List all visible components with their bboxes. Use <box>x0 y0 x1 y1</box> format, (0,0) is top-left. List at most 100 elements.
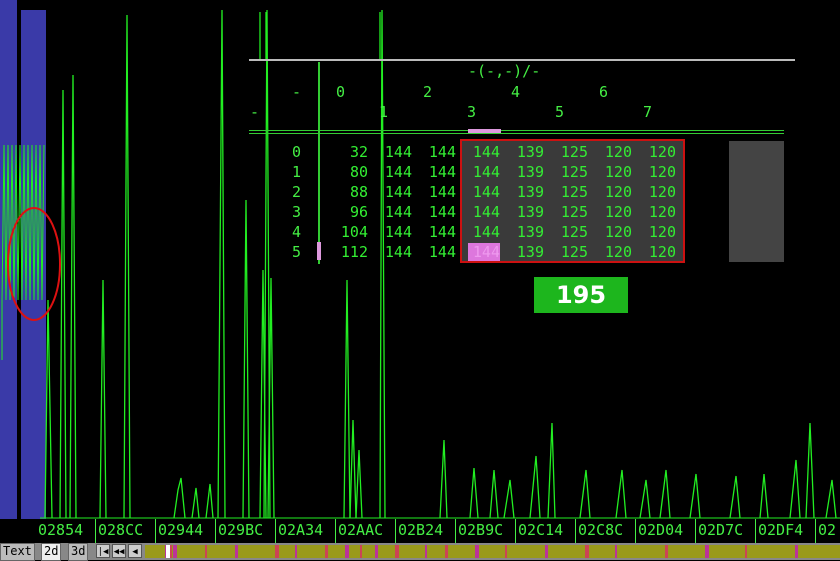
table-cell[interactable]: 139 <box>508 223 544 241</box>
wave-spike <box>44 299 53 519</box>
table-cell[interactable]: 120 <box>640 183 676 201</box>
table-cell[interactable]: 96 <box>332 203 368 221</box>
wave-spike <box>825 479 837 519</box>
table-cell[interactable]: 144 <box>420 183 456 201</box>
table-cell[interactable]: 125 <box>552 183 588 201</box>
address-tick <box>215 519 216 543</box>
table-cell[interactable]: 120 <box>596 203 632 221</box>
back-button[interactable]: ◀ <box>128 544 142 558</box>
table-cell[interactable]: 120 <box>640 223 676 241</box>
table-cell[interactable]: 144 <box>464 203 500 221</box>
table-cell[interactable]: 120 <box>596 223 632 241</box>
address-label: 02944 <box>158 521 204 539</box>
table-cell[interactable]: 120 <box>640 163 676 181</box>
table-cell[interactable]: 144 <box>420 223 456 241</box>
table-cell[interactable]: 104 <box>332 223 368 241</box>
table-cell[interactable]: 144 <box>420 203 456 221</box>
wave-spike <box>123 14 131 519</box>
tab-2d[interactable]: 2d <box>41 543 62 561</box>
wave-spike <box>379 9 386 519</box>
minimap-stripe <box>505 545 507 558</box>
table-cell[interactable]: 125 <box>552 223 588 241</box>
table-cell[interactable]: 139 <box>508 183 544 201</box>
column-header: 4 <box>511 83 521 101</box>
table-cell[interactable]: 125 <box>552 243 588 261</box>
corner-dash-left: - <box>250 103 260 121</box>
column-marker <box>468 129 501 133</box>
address-label: 029BC <box>218 521 264 539</box>
address-tick <box>95 519 96 543</box>
table-cell[interactable]: 139 <box>508 143 544 161</box>
wave-spike <box>759 473 769 519</box>
wave-spike <box>205 483 214 519</box>
wave-spike <box>355 449 363 519</box>
table-cell[interactable]: 144 <box>464 223 500 241</box>
minimap-stripe <box>665 545 668 558</box>
wave-spike <box>469 467 479 519</box>
table-cell[interactable]: 120 <box>596 143 632 161</box>
address-tick <box>695 519 696 543</box>
first-page-button[interactable]: |◀ <box>96 544 110 558</box>
table-cell[interactable]: 144 <box>376 223 412 241</box>
wave-spike <box>489 469 499 519</box>
header-separator-2 <box>249 133 784 134</box>
table-cell[interactable]: 144 <box>420 143 456 161</box>
table-cell[interactable]: 144 <box>376 183 412 201</box>
tab-3d[interactable]: 3d <box>68 543 89 561</box>
table-cell[interactable]: 144 <box>420 163 456 181</box>
tab-text[interactable]: Text <box>0 543 35 561</box>
wave-spike <box>789 459 801 519</box>
table-cell[interactable]: 139 <box>508 203 544 221</box>
table-cell[interactable]: 112 <box>332 243 368 261</box>
table-cell[interactable]: 125 <box>552 203 588 221</box>
table-cell[interactable]: 125 <box>552 143 588 161</box>
table-cell[interactable]: 120 <box>596 163 632 181</box>
table-cell[interactable]: 144 <box>376 163 412 181</box>
row-label: 3 <box>292 203 302 221</box>
minimap-stripe <box>545 545 548 558</box>
minimap-stripe <box>325 545 328 558</box>
scroll-panel[interactable] <box>729 141 784 262</box>
table-cell[interactable]: 144 <box>464 143 500 161</box>
address-tick <box>755 519 756 543</box>
address-axis: 02854 028CC 02944 029BC 02A34 02AAC 02B24 02B9C… <box>36 519 840 543</box>
table-cell[interactable]: 88 <box>332 183 368 201</box>
table-cell[interactable]: 144 <box>376 243 412 261</box>
table-cell[interactable]: 32 <box>332 143 368 161</box>
table-cell[interactable]: 120 <box>596 183 632 201</box>
wave-spike <box>639 479 651 519</box>
table-cell[interactable]: 125 <box>552 163 588 181</box>
column-header: 6 <box>599 83 609 101</box>
wave-spike <box>579 469 591 519</box>
address-tick <box>335 519 336 543</box>
table-cell[interactable]: 120 <box>596 243 632 261</box>
wave-spike <box>99 279 107 519</box>
minimap-stripe <box>173 545 177 558</box>
waveform-plot[interactable] <box>0 0 840 545</box>
table-cell[interactable]: 144 <box>376 203 412 221</box>
table-cell[interactable]: 144 <box>464 163 500 181</box>
address-tick <box>275 519 276 543</box>
minimap-stripe <box>295 545 297 558</box>
table-cell[interactable]: 144 <box>376 143 412 161</box>
minimap-stripe <box>345 545 349 558</box>
table-cell[interactable]: 139 <box>508 163 544 181</box>
overview-minimap[interactable] <box>145 545 840 558</box>
minimap-stripe <box>375 545 378 558</box>
top-spikes <box>259 12 381 60</box>
table-title: -(-,-)/- <box>468 62 541 80</box>
table-cell[interactable]: 80 <box>332 163 368 181</box>
row-label: 1 <box>292 163 302 181</box>
table-cell[interactable]: 120 <box>640 143 676 161</box>
fast-back-button[interactable]: ◀◀ <box>112 544 126 558</box>
minimap-stripe <box>795 545 798 558</box>
table-cell[interactable]: 139 <box>508 243 544 261</box>
minimap-cursor <box>166 545 170 558</box>
table-cell[interactable]: 120 <box>640 243 676 261</box>
table-cell[interactable]: 144 <box>420 243 456 261</box>
table-cell[interactable]: 144 <box>464 183 500 201</box>
address-label: 02B9C <box>458 521 504 539</box>
table-cell[interactable]: 120 <box>640 203 676 221</box>
table-cell[interactable]: 144 <box>468 243 500 261</box>
column-header: 7 <box>643 103 653 121</box>
